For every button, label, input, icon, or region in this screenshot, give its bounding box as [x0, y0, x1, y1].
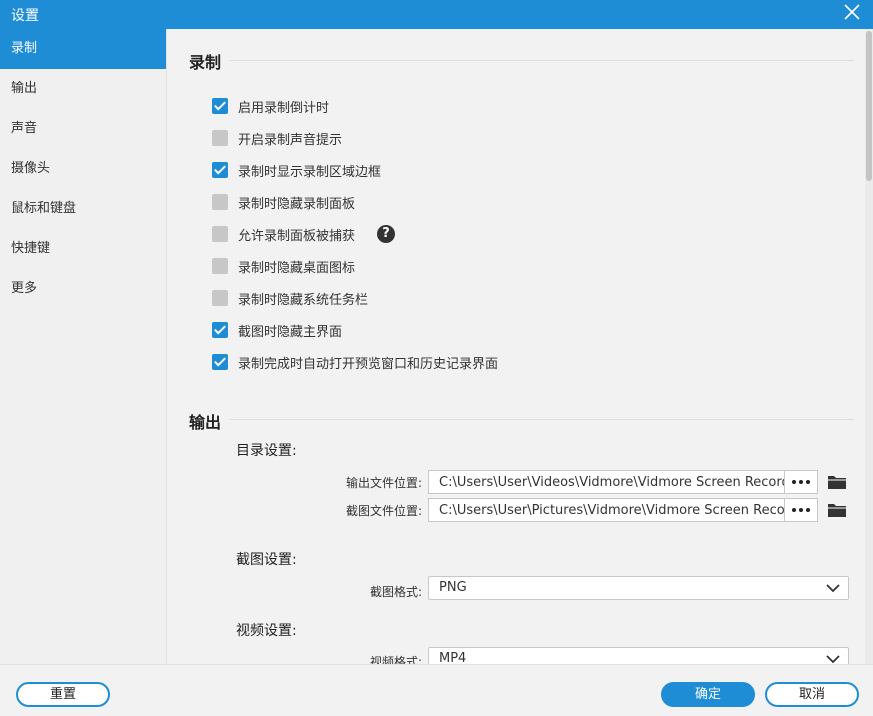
scrollbar-thumb[interactable]	[866, 31, 872, 181]
section-title-record: 录制	[189, 53, 222, 72]
sidebar-item-output[interactable]: 输出	[0, 69, 166, 109]
directory-settings-heading: 目录设置:	[236, 443, 297, 459]
checkbox[interactable]	[212, 322, 228, 338]
sidebar-item-mouse-keyboard[interactable]: 鼠标和键盘	[0, 189, 166, 229]
option-label: 截图时隐藏主界面	[238, 324, 343, 340]
option-auto-open-preview[interactable]: 录制完成时自动打开预览窗口和历史记录界面	[212, 352, 498, 372]
option-label: 开启录制声音提示	[238, 132, 343, 148]
section-title-output: 输出	[189, 413, 222, 432]
screenshot-location-input[interactable]	[429, 499, 784, 521]
window-title: 设置	[11, 8, 39, 24]
chevron-down-icon	[826, 584, 840, 593]
screenshot-format-select[interactable]: PNG	[428, 576, 849, 600]
option-label: 启用录制倒计时	[238, 100, 330, 116]
sidebar: 录制 输出 声音 摄像头 鼠标和键盘 快捷键 更多	[0, 29, 167, 664]
output-location-field	[428, 470, 818, 494]
screenshot-location-label: 截图文件位置:	[345, 504, 422, 518]
video-format-value: MP4	[439, 651, 467, 664]
option-countdown[interactable]: 启用录制倒计时	[212, 96, 329, 116]
option-hide-desktop-icons[interactable]: 录制时隐藏桌面图标	[212, 256, 355, 276]
option-label: 录制完成时自动打开预览窗口和历史记录界面	[238, 356, 499, 372]
folder-icon[interactable]	[827, 474, 847, 490]
option-show-border[interactable]: 录制时显示录制区域边框	[212, 160, 381, 180]
option-hide-panel[interactable]: 录制时隐藏录制面板	[212, 192, 355, 212]
option-capture-panel[interactable]: 允许录制面板被捕获 ?	[212, 224, 396, 244]
video-format-label: 视频格式:	[369, 655, 422, 664]
checkbox[interactable]	[212, 354, 228, 370]
sidebar-item-audio[interactable]: 声音	[0, 109, 166, 149]
sidebar-item-hotkeys[interactable]: 快捷键	[0, 229, 166, 269]
checkbox[interactable]	[212, 290, 228, 306]
browse-output-button[interactable]	[784, 471, 817, 493]
option-hide-taskbar[interactable]: 录制时隐藏系统任务栏	[212, 288, 368, 308]
checkbox[interactable]	[212, 194, 228, 210]
close-icon[interactable]	[843, 3, 861, 21]
screenshot-settings-heading: 截图设置:	[236, 552, 297, 568]
option-label: 录制时隐藏录制面板	[238, 196, 356, 212]
video-settings-heading: 视频设置:	[236, 623, 297, 639]
option-label: 允许录制面板被捕获	[238, 228, 356, 244]
checkbox[interactable]	[212, 162, 228, 178]
screenshot-location-field	[428, 498, 818, 522]
section-divider	[230, 60, 854, 61]
option-label: 录制时隐藏桌面图标	[238, 260, 356, 276]
browse-screenshot-button[interactable]	[784, 499, 817, 521]
option-label: 录制时显示录制区域边框	[238, 164, 382, 180]
chevron-down-icon	[826, 655, 840, 664]
checkbox[interactable]	[212, 226, 228, 242]
option-hide-main-on-screenshot[interactable]: 截图时隐藏主界面	[212, 320, 342, 340]
ok-button[interactable]: 确定	[661, 682, 755, 707]
title-bar: 设置	[0, 0, 873, 29]
screenshot-format-label: 截图格式:	[369, 585, 422, 599]
footer: 重置 确定 取消	[0, 664, 873, 716]
sidebar-item-record[interactable]: 录制	[0, 29, 166, 69]
option-label: 录制时隐藏系统任务栏	[238, 292, 369, 308]
option-sound-prompt[interactable]: 开启录制声音提示	[212, 128, 342, 148]
checkbox[interactable]	[212, 98, 228, 114]
screenshot-format-value: PNG	[439, 580, 467, 595]
output-location-input[interactable]	[429, 471, 784, 493]
scrollbar[interactable]	[865, 29, 873, 664]
section-divider	[230, 419, 854, 420]
reset-button[interactable]: 重置	[16, 682, 110, 707]
folder-icon[interactable]	[827, 502, 847, 518]
checkbox[interactable]	[212, 258, 228, 274]
checkbox[interactable]	[212, 130, 228, 146]
video-format-select[interactable]: MP4	[428, 647, 849, 664]
output-location-label: 输出文件位置:	[345, 476, 422, 490]
settings-content: 录制 启用录制倒计时 开启录制声音提示 录制时显示录制区域边框 录制时隐藏录制面…	[168, 29, 873, 664]
sidebar-item-more[interactable]: 更多	[0, 269, 166, 309]
sidebar-item-camera[interactable]: 摄像头	[0, 149, 166, 189]
help-icon[interactable]: ?	[377, 225, 396, 243]
cancel-button[interactable]: 取消	[765, 682, 859, 707]
